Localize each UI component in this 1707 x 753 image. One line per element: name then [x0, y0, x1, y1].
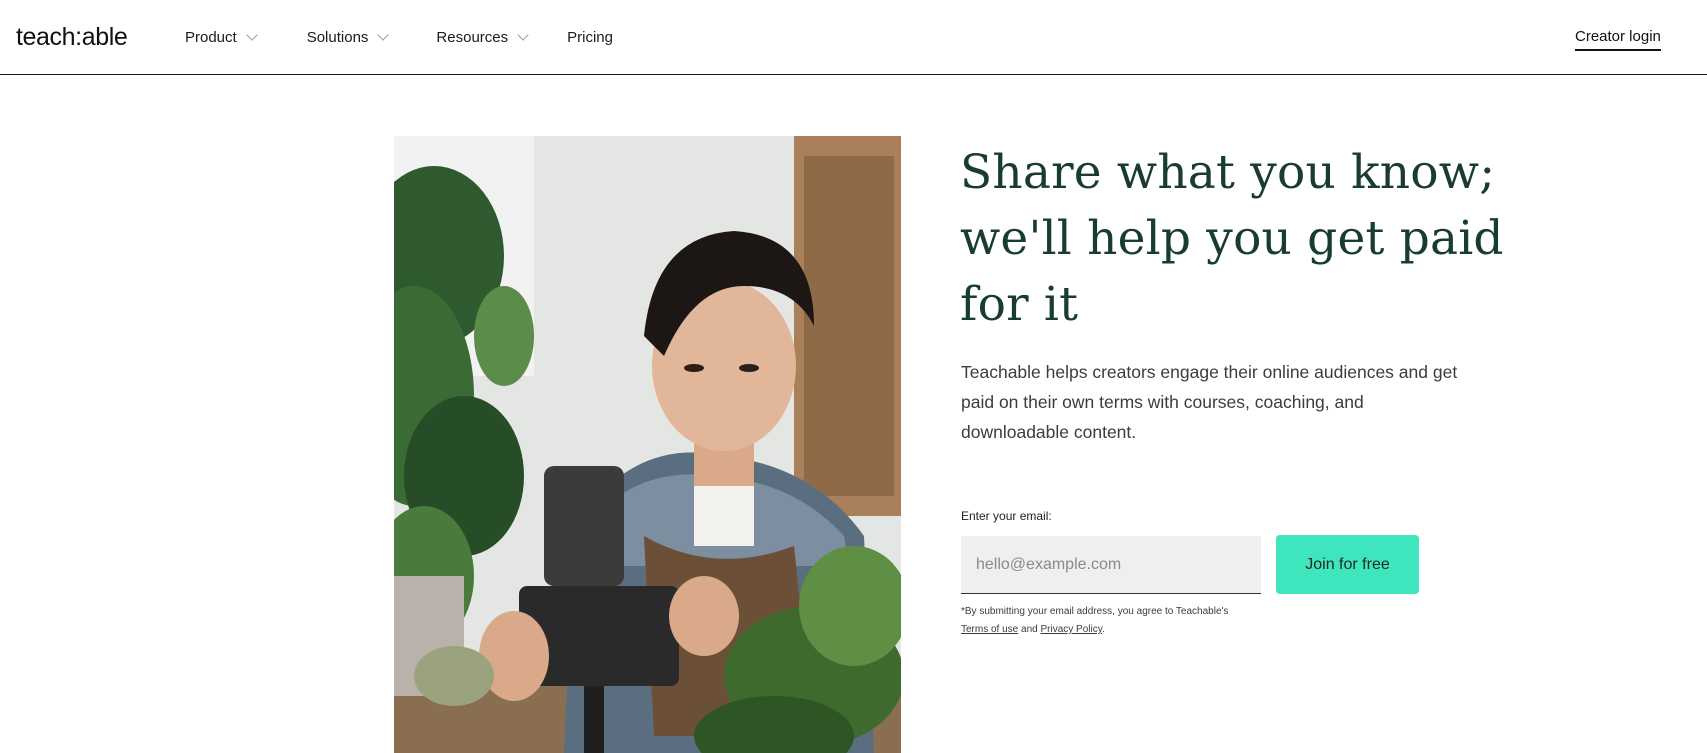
hero-headline: Share what you know; we'll help you get …	[960, 145, 1504, 332]
top-navigation-bar: teach:able Product Solutions Resources P…	[0, 0, 1707, 75]
terms-of-use-link[interactable]: Terms of use	[961, 624, 1018, 635]
creator-login-link[interactable]: Creator login	[1575, 28, 1661, 51]
nav-item-product[interactable]: Product	[185, 29, 258, 46]
join-for-free-button[interactable]: Join for free	[1276, 535, 1419, 594]
nav-item-pricing[interactable]: Pricing	[567, 29, 613, 46]
nav-item-label: Pricing	[567, 29, 613, 46]
nav-item-resources[interactable]: Resources	[436, 29, 529, 46]
teachable-logo[interactable]: teach:able	[16, 23, 128, 52]
nav-item-label: Resources	[436, 29, 509, 46]
chevron-down-icon	[377, 29, 390, 41]
privacy-policy-link[interactable]: Privacy Policy	[1041, 624, 1103, 635]
hero-image	[394, 136, 901, 753]
disclaimer-text: .	[1102, 624, 1105, 635]
chevron-down-icon	[246, 29, 258, 41]
nav-item-solutions[interactable]: Solutions	[306, 29, 390, 46]
nav-item-label: Product	[185, 29, 237, 46]
main-nav: Product Solutions Resources Pricing	[185, 29, 613, 46]
hero-subtext: Teachable helps creators engage their on…	[961, 362, 1458, 442]
email-label: Enter your email:	[961, 509, 1052, 523]
email-input[interactable]	[961, 536, 1261, 594]
disclaimer-text: *By submitting your email address, you a…	[961, 606, 1229, 617]
person-filming-plants-photo	[394, 136, 901, 753]
chevron-down-icon	[517, 29, 529, 41]
email-disclaimer: *By submitting your email address, you a…	[961, 603, 1241, 639]
disclaimer-text: and	[1018, 624, 1041, 635]
nav-item-label: Solutions	[306, 29, 369, 46]
